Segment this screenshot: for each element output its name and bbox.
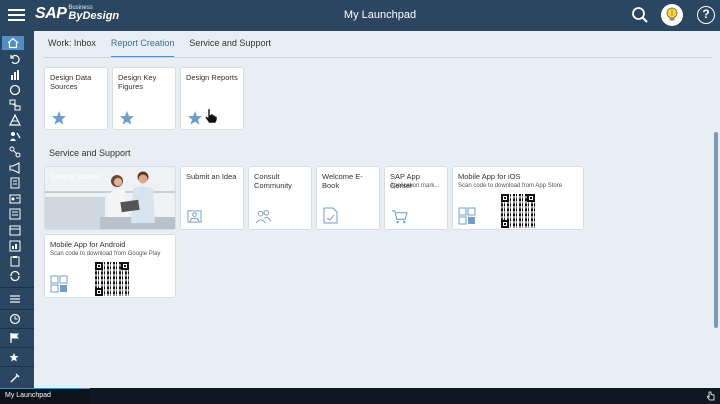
sidebar-clock-icon[interactable] — [4, 312, 26, 326]
tile-title: Design Data Sources — [50, 73, 92, 91]
tile-subtitle: Scan code to download from App Store — [458, 183, 563, 189]
sidebar-divider — [0, 309, 34, 310]
sidebar-flag-icon[interactable] — [4, 331, 26, 345]
tile-title: Submit an Idea — [186, 172, 237, 181]
hand-cursor-icon — [205, 108, 218, 124]
tab-report-creation[interactable]: Report Creation — [110, 38, 175, 58]
sidebar-calendar-icon[interactable] — [4, 223, 26, 237]
sidebar-divider — [0, 366, 34, 367]
community-icon — [255, 209, 272, 224]
tile-title: Design Reports — [186, 73, 238, 82]
sidebar-divider — [0, 347, 34, 348]
sidebar-sync-icon[interactable] — [4, 269, 26, 283]
bottom-tab-my-launchpad[interactable]: My Launchpad — [0, 388, 90, 404]
tile-submit-an-idea[interactable]: Submit an Idea — [180, 166, 244, 230]
qr-code-ios — [501, 194, 535, 228]
tab-work-inbox[interactable]: Work: Inbox — [48, 38, 96, 58]
sidebar-megaphone-icon[interactable] — [4, 161, 26, 175]
tabs-divider — [44, 57, 712, 58]
tile-consult-community[interactable]: Consult Community — [248, 166, 312, 230]
pointer-icon[interactable] — [706, 391, 716, 401]
sidebar — [0, 31, 34, 388]
help-icon[interactable]: ? — [697, 6, 715, 24]
tile-title: Design Key Figures — [118, 73, 157, 91]
tile-design-data-sources[interactable]: Design Data Sources — [44, 67, 108, 130]
tile-subtitle: Scan code to download from Google Play — [50, 251, 161, 257]
sidebar-divider — [0, 287, 34, 288]
tile-sap-app-center[interactable]: SAP App Center Application mark... — [384, 166, 448, 230]
tab-service-and-support[interactable]: Service and Support — [189, 38, 271, 58]
lightbulb-icon[interactable] — [661, 4, 683, 26]
qr-code-android — [95, 262, 129, 296]
sidebar-circle-icon[interactable] — [4, 83, 26, 97]
star-icon[interactable] — [51, 110, 67, 126]
vertical-scrollbar[interactable] — [714, 132, 718, 328]
sidebar-document-icon[interactable] — [4, 176, 26, 190]
tile-welcome-e-book[interactable]: Welcome E-Book — [316, 166, 380, 230]
tile-getting-started[interactable]: Getting Started — [44, 166, 176, 230]
search-icon[interactable] — [631, 6, 649, 24]
sidebar-people-icon[interactable] — [4, 129, 26, 143]
sidebar-tools-icon[interactable] — [4, 371, 26, 385]
tile-title: Getting Started — [50, 172, 101, 181]
launchpad-tabs: Work: Inbox Report Creation Service and … — [48, 38, 271, 58]
tile-design-reports[interactable]: Design Reports — [180, 67, 244, 130]
sidebar-id-card-icon[interactable] — [4, 192, 26, 206]
mobile-apps-icon — [50, 275, 68, 293]
page-title: My Launchpad — [343, 9, 417, 21]
sidebar-home-icon[interactable] — [2, 36, 24, 50]
tile-mobile-app-ios[interactable]: Mobile App for iOS Scan code to download… — [452, 166, 584, 230]
sidebar-pyramid-icon[interactable] — [4, 113, 26, 127]
sidebar-clipboard-icon[interactable] — [4, 254, 26, 268]
tile-title: Mobile App for iOS — [458, 172, 521, 181]
ebook-icon — [323, 207, 338, 224]
tile-mobile-app-android[interactable]: Mobile App for Android Scan code to down… — [44, 234, 176, 298]
sidebar-refresh-icon[interactable] — [4, 52, 26, 66]
star-icon[interactable] — [119, 110, 135, 126]
tile-title: Consult Community — [254, 172, 292, 190]
shell-header: SAP Business ByDesign My Launchpad ? — [0, 0, 720, 31]
sidebar-divider — [0, 328, 34, 329]
mobile-apps-icon — [458, 207, 476, 225]
tile-design-key-figures[interactable]: Design Key Figures — [112, 67, 176, 130]
idea-board-icon — [187, 210, 202, 223]
sidebar-menu-list-icon[interactable] — [4, 292, 26, 306]
section-title-service-support: Service and Support — [49, 148, 131, 158]
sidebar-org-icon[interactable] — [4, 98, 26, 112]
tile-subtitle: Application mark... — [390, 183, 440, 189]
bottom-taskbar: My Launchpad — [0, 388, 720, 404]
sidebar-report-icon[interactable] — [4, 239, 26, 253]
sidebar-favorites-icon[interactable] — [4, 351, 26, 365]
sidebar-network-icon[interactable] — [4, 145, 26, 159]
tile-title: Mobile App for Android — [50, 240, 126, 249]
shopping-cart-icon — [392, 210, 408, 224]
tile-title: Welcome E-Book — [322, 172, 363, 190]
star-icon[interactable] — [187, 110, 203, 126]
sidebar-chart-icon[interactable] — [4, 68, 26, 82]
sidebar-list-icon[interactable] — [4, 207, 26, 221]
